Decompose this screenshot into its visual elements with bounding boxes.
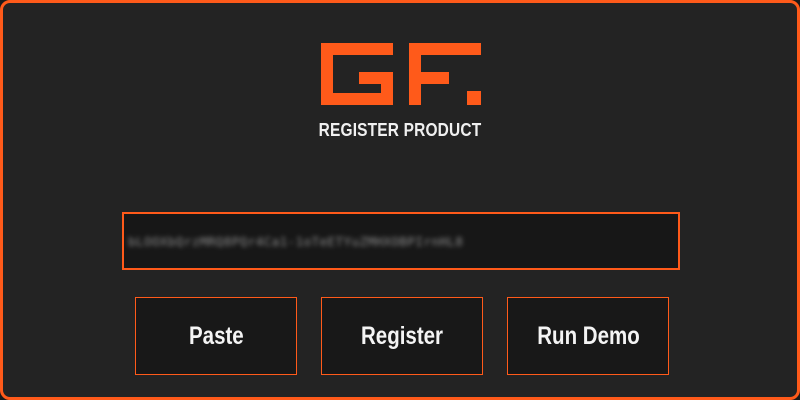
paste-button-label: Paste (188, 321, 244, 350)
gf-logo (321, 43, 485, 105)
register-window: REGISTER PRODUCT bLOOXbQrzMRQ8PQr4Ca1-1o… (0, 0, 800, 400)
gf-logo-icon (321, 43, 481, 105)
license-key-field[interactable]: bLOOXbQrzMRQ8PQr4Ca1-1oTeETYuZMHXOBPIrnH… (122, 212, 680, 270)
register-button-label: Register (360, 321, 444, 350)
run-demo-button-label: Run Demo (536, 321, 640, 350)
page-title: REGISTER PRODUCT (318, 120, 482, 140)
run-demo-button[interactable]: Run Demo (507, 297, 669, 375)
register-button[interactable]: Register (321, 297, 483, 375)
license-key-value: bLOOXbQrzMRQ8PQr4Ca1-1oTeETYuZMHXOBPIrnH… (128, 233, 464, 249)
paste-button[interactable]: Paste (135, 297, 297, 375)
